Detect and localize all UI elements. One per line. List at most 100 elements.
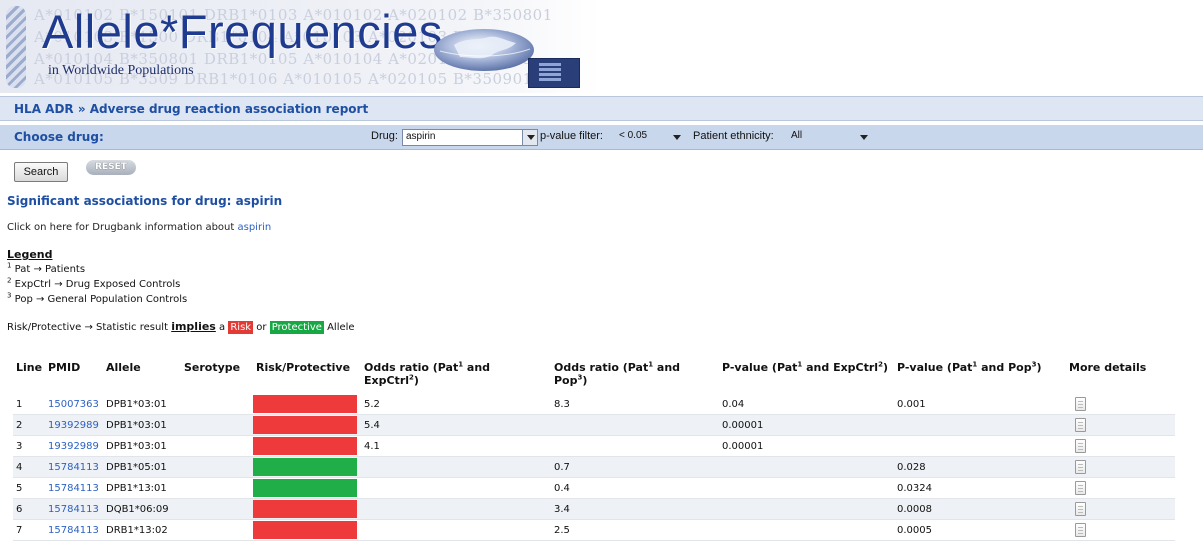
cell-odds-ratio-expctrl: 4.1 [361, 435, 551, 457]
ethnicity-select[interactable]: All [788, 129, 870, 146]
cell-line: 3 [13, 435, 45, 457]
drug-select[interactable]: aspirin [402, 129, 538, 146]
cell-odds-ratio-pop: 0.7 [551, 456, 719, 478]
cell-odds-ratio-pop: 0.4 [551, 477, 719, 499]
document-icon[interactable] [1075, 502, 1086, 516]
cell-risk-protective [253, 498, 361, 520]
protective-indicator [253, 479, 357, 497]
drugbank-info: Click on here for Drugbank information a… [7, 222, 271, 233]
table-row: 3 19392989 DPB1*03:01 4.1 0.00001 [13, 435, 1175, 457]
reset-button[interactable]: RESET [86, 160, 136, 175]
ethnicity-select-value: All [791, 130, 803, 141]
cell-allele: DPB1*13:01 [103, 477, 181, 499]
risk-tag: Risk [228, 321, 254, 334]
cell-odds-ratio-expctrl [361, 477, 551, 499]
pvalue-filter-value: < 0.05 [619, 130, 648, 141]
results-heading: Significant associations for drug: aspir… [7, 194, 283, 208]
drug-select-value: aspirin [406, 131, 436, 142]
cell-pvalue-expctrl: 0.00001 [719, 435, 894, 457]
table-row: 7 15784113 DRB1*13:02 2.5 0.0005 [13, 519, 1175, 541]
chevron-down-icon[interactable] [673, 135, 681, 140]
cell-more-details [1066, 456, 1175, 478]
col-header-pvalue-expctrl: P-value (Pat1 and ExpCtrl2) [722, 360, 888, 374]
cell-more-details [1066, 435, 1175, 457]
legend-implies: Risk/Protective → Statistic result impli… [7, 320, 355, 334]
pmid-link[interactable]: 19392989 [45, 414, 103, 436]
legend-item: 1 Pat → Patients [7, 261, 86, 275]
pvalue-filter-select[interactable]: < 0.05 [616, 129, 683, 146]
table-row: 4 15784113 DPB1*05:01 0.7 0.028 [13, 456, 1175, 478]
col-header-risk-protective: Risk/Protective [256, 361, 351, 374]
cell-odds-ratio-expctrl [361, 498, 551, 520]
legend-item: 3 Pop → General Population Controls [7, 291, 188, 305]
pmid-link[interactable]: 15784113 [45, 456, 103, 478]
pmid-link[interactable]: 15784113 [45, 477, 103, 499]
protective-tag: Protective [269, 321, 324, 334]
cell-line: 1 [13, 394, 45, 415]
choose-drug-label: Choose drug: [14, 130, 104, 144]
cell-more-details [1066, 394, 1175, 415]
cell-odds-ratio-pop: 3.4 [551, 498, 719, 520]
document-icon[interactable] [1075, 397, 1086, 411]
cell-pvalue-pop: 0.028 [894, 456, 1066, 478]
cell-pvalue-pop: 0.001 [894, 394, 1066, 415]
cell-pvalue-expctrl [719, 519, 894, 541]
document-icon[interactable] [1075, 523, 1086, 537]
cell-allele: DPB1*03:01 [103, 394, 181, 415]
cell-odds-ratio-expctrl [361, 519, 551, 541]
document-icon[interactable] [1075, 460, 1086, 474]
cell-pvalue-expctrl [719, 477, 894, 499]
breadcrumb-text[interactable]: HLA ADR » Adverse drug reaction associat… [14, 102, 368, 116]
cell-more-details [1066, 519, 1175, 541]
cell-allele: DPB1*03:01 [103, 414, 181, 436]
site-banner: A*010102 B*150101 DRB1*0103 A*010102 A*0… [0, 0, 1203, 93]
cell-serotype [181, 435, 253, 457]
risk-indicator [253, 500, 357, 518]
cell-allele: DPB1*03:01 [103, 435, 181, 457]
protective-indicator [253, 458, 357, 476]
col-header-serotype: Serotype [184, 361, 241, 374]
cell-pvalue-pop: 0.0005 [894, 519, 1066, 541]
cell-line: 5 [13, 477, 45, 499]
cell-odds-ratio-expctrl: 5.2 [361, 394, 551, 415]
cell-pvalue-pop [894, 414, 1066, 436]
cell-more-details [1066, 498, 1175, 520]
risk-indicator [253, 395, 357, 413]
col-header-more-details: More details [1069, 361, 1147, 374]
cell-odds-ratio-pop: 8.3 [551, 394, 719, 415]
col-header-pvalue-pop: P-value (Pat1 and Pop3) [897, 360, 1042, 374]
col-header-odds-ratio-expctrl: Odds ratio (Pat1 and ExpCtrl2) [364, 360, 491, 387]
cell-allele: DPB1*05:01 [103, 456, 181, 478]
dna-helix-icon [6, 6, 26, 88]
cell-pvalue-expctrl [719, 456, 894, 478]
results-table: Line PMID Allele Serotype Risk/Protectiv… [13, 359, 1175, 541]
pmid-link[interactable]: 15784113 [45, 498, 103, 520]
legend-item: 2 ExpCtrl → Drug Exposed Controls [7, 276, 181, 290]
cell-odds-ratio-expctrl: 5.4 [361, 414, 551, 436]
pmid-link[interactable]: 19392989 [45, 435, 103, 457]
pmid-link[interactable]: 15007363 [45, 394, 103, 415]
pmid-link[interactable]: 15784113 [45, 519, 103, 541]
search-button[interactable]: Search [14, 162, 68, 182]
cell-line: 7 [13, 519, 45, 541]
table-row: 1 15007363 DPB1*03:01 5.2 8.3 0.04 0.001 [13, 394, 1175, 415]
chevron-down-icon[interactable] [860, 135, 868, 140]
drugbank-text: Click on here for Drugbank information a… [7, 222, 238, 233]
cell-allele: DRB1*13:02 [103, 519, 181, 541]
document-icon[interactable] [1075, 481, 1086, 495]
site-logo-title[interactable]: Allele*Frequencies [42, 4, 443, 59]
drug-label: Drug: [371, 130, 398, 142]
cell-pvalue-pop [894, 435, 1066, 457]
implies-word: implies [171, 320, 216, 333]
col-header-allele: Allele [106, 361, 141, 374]
document-icon[interactable] [1075, 439, 1086, 453]
document-icon[interactable] [1075, 418, 1086, 432]
cell-pvalue-pop: 0.0324 [894, 477, 1066, 499]
cell-odds-ratio-pop [551, 435, 719, 457]
drugbank-link[interactable]: aspirin [238, 222, 272, 233]
breadcrumb: HLA ADR » Adverse drug reaction associat… [0, 96, 1203, 121]
cell-serotype [181, 394, 253, 415]
chevron-down-icon[interactable] [522, 130, 537, 145]
legend-title: Legend [7, 248, 53, 261]
cell-line: 4 [13, 456, 45, 478]
